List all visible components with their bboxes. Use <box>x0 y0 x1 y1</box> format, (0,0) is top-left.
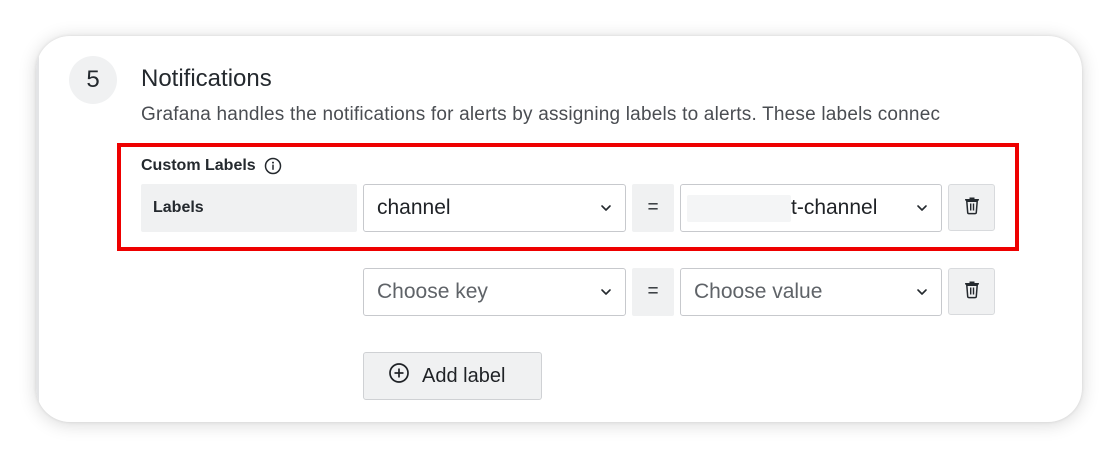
chevron-down-icon <box>599 285 613 299</box>
custom-labels-title: Custom Labels <box>141 157 256 174</box>
card-left-edge <box>36 36 39 422</box>
label-value-select[interactable]: t-channel <box>680 184 942 232</box>
trash-icon <box>963 279 981 304</box>
trash-icon <box>963 195 981 220</box>
choose-key-select[interactable]: Choose key <box>363 268 626 316</box>
step-number-badge: 5 <box>69 56 117 104</box>
choose-value-placeholder: Choose value <box>694 280 823 303</box>
section-description: Grafana handles the notifications for al… <box>141 104 941 125</box>
chevron-down-icon <box>915 285 929 299</box>
chevron-down-icon <box>915 201 929 215</box>
label-operator: = <box>632 184 674 232</box>
screenshot-stage: 5 Notifications Grafana handles the noti… <box>0 0 1118 458</box>
choose-key-placeholder: Choose key <box>377 280 488 303</box>
chevron-down-icon <box>599 201 613 215</box>
info-circle-icon[interactable] <box>264 157 282 175</box>
redacted-region <box>687 195 791 222</box>
label-operator: = <box>632 268 674 316</box>
label-key-value: channel <box>377 196 451 219</box>
add-label-text: Add label <box>422 364 506 387</box>
custom-labels-heading: Custom Labels <box>141 157 282 175</box>
plus-circle-icon <box>388 362 410 390</box>
label-key-select[interactable]: channel <box>363 184 626 232</box>
delete-label-button[interactable] <box>948 268 995 315</box>
choose-value-select[interactable]: Choose value <box>680 268 942 316</box>
delete-label-button[interactable] <box>948 184 995 231</box>
label-value-text: t-channel <box>791 196 878 219</box>
notifications-card: 5 Notifications Grafana handles the noti… <box>36 36 1082 422</box>
labels-tag: Labels <box>141 184 357 232</box>
add-label-button[interactable]: Add label <box>363 352 542 400</box>
section-title: Notifications <box>141 65 272 92</box>
